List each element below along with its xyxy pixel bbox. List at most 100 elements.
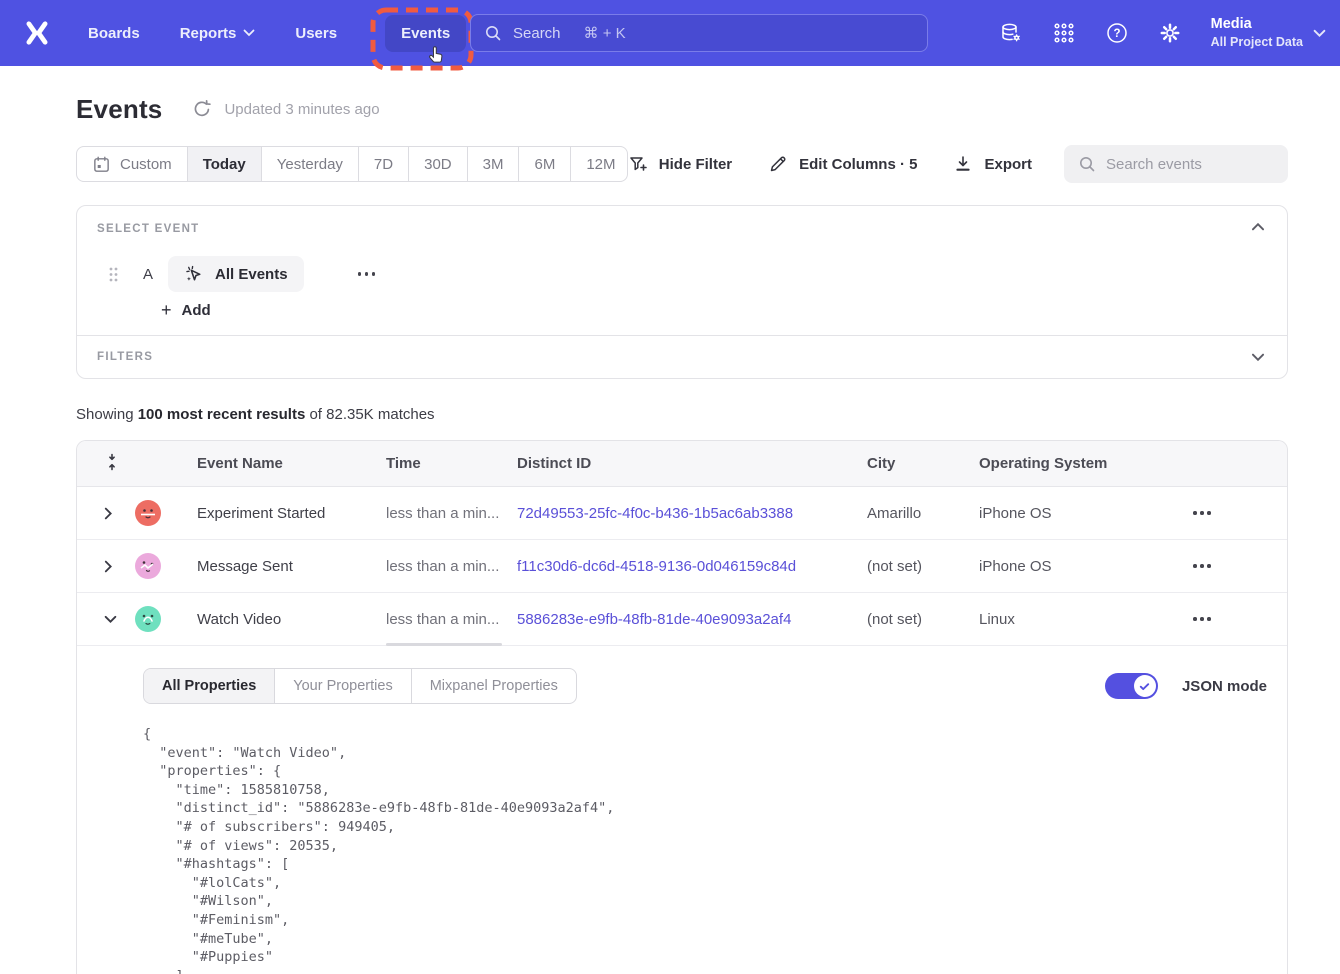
event-detail-panel: All Properties Your Properties Mixpanel …	[77, 646, 1287, 974]
plus-icon: +	[161, 301, 172, 319]
add-event-label: Add	[182, 302, 211, 319]
table-row[interactable]: Message Sent less than a min... f11c30d6…	[77, 540, 1287, 593]
summary-suffix: of 82.35K matches	[305, 406, 434, 423]
date-range-custom[interactable]: Custom	[77, 147, 188, 181]
table-row-expanded[interactable]: Watch Video less than a min... 5886283e-…	[77, 593, 1287, 646]
data-management-icon[interactable]	[999, 21, 1023, 45]
event-name-cell: Message Sent	[177, 558, 386, 575]
row-actions-menu[interactable]	[1157, 617, 1287, 621]
mixpanel-events-page: Boards Reports Users Events Search ⌘ + K	[0, 0, 1340, 974]
chevron-down-icon	[243, 29, 255, 37]
nav-item-boards[interactable]: Boards	[88, 25, 140, 42]
avatar	[135, 606, 161, 632]
tab-your-properties[interactable]: Your Properties	[275, 669, 411, 703]
city-cell: Amarillo	[867, 505, 979, 522]
column-event-name[interactable]: Event Name	[177, 455, 386, 472]
pencil-icon	[768, 154, 788, 174]
filters-section[interactable]: FILTERS	[77, 335, 1287, 378]
tab-all-properties[interactable]: All Properties	[144, 669, 275, 703]
column-operating-system[interactable]: Operating System	[979, 455, 1157, 472]
project-scope: All Project Data	[1211, 34, 1303, 51]
os-cell: Linux	[979, 611, 1157, 628]
nav-item-reports[interactable]: Reports	[180, 25, 256, 42]
date-range-3m[interactable]: 3M	[468, 147, 520, 181]
hide-filter-button[interactable]: Hide Filter	[628, 154, 732, 174]
column-time[interactable]: Time	[386, 455, 517, 472]
chevron-right-icon[interactable]	[77, 507, 125, 520]
table-horizontal-scrollbar[interactable]	[386, 643, 502, 646]
os-cell: iPhone OS	[979, 505, 1157, 522]
date-range-custom-label: Custom	[120, 156, 172, 173]
chevron-up-icon[interactable]	[1251, 218, 1269, 236]
global-search-placeholder: Search	[513, 25, 561, 42]
distinct-id-link[interactable]: 5886283e-e9fb-48fb-81de-40e9093a2af4	[517, 611, 867, 628]
date-range-yesterday[interactable]: Yesterday	[262, 147, 359, 181]
add-event-button[interactable]: + Add	[97, 301, 1267, 319]
nav-item-users[interactable]: Users	[295, 25, 337, 42]
chevron-down-icon	[1313, 29, 1326, 38]
date-range-6m[interactable]: 6M	[519, 147, 571, 181]
mixpanel-logo[interactable]	[22, 18, 52, 48]
nav-item-reports-label: Reports	[180, 25, 237, 42]
event-options-menu[interactable]	[322, 272, 376, 276]
export-button[interactable]: Export	[953, 154, 1032, 174]
tab-mixpanel-properties[interactable]: Mixpanel Properties	[412, 669, 576, 703]
refresh-icon[interactable]	[192, 99, 212, 119]
city-cell: (not set)	[867, 611, 979, 628]
os-cell: iPhone OS	[979, 558, 1157, 575]
results-summary: Showing 100 most recent results of 82.35…	[76, 406, 1288, 423]
main-content: Events Updated 3 minutes ago Custom	[0, 92, 1340, 974]
search-icon	[1078, 155, 1096, 173]
chevron-down-icon[interactable]	[77, 615, 125, 624]
date-range-7d[interactable]: 7D	[359, 147, 409, 181]
check-icon	[1138, 680, 1151, 693]
apps-grid-icon[interactable]	[1052, 21, 1076, 45]
calendar-icon	[92, 155, 111, 174]
search-icon	[484, 24, 502, 42]
global-search-input[interactable]: Search ⌘ + K	[470, 14, 928, 52]
edit-columns-button[interactable]: Edit Columns · 5	[768, 154, 917, 174]
all-events-label: All Events	[215, 266, 288, 283]
event-json-viewer[interactable]: { "event": "Watch Video", "properties": …	[143, 725, 1267, 974]
row-actions-menu[interactable]	[1157, 511, 1287, 515]
primary-nav: Boards Reports Users Events	[88, 15, 466, 52]
table-header-row: Event Name Time Distinct ID City Operati…	[77, 441, 1287, 487]
chevron-right-icon[interactable]	[77, 560, 125, 573]
page-title: Events	[76, 94, 162, 125]
project-switcher[interactable]: Media All Project Data	[1211, 15, 1326, 51]
filters-label: FILTERS	[97, 351, 153, 363]
select-event-label: SELECT EVENT	[97, 223, 1267, 235]
sort-updown-icon[interactable]	[77, 452, 125, 476]
column-city[interactable]: City	[867, 455, 979, 472]
funnel-plus-icon	[628, 154, 648, 174]
avatar	[135, 553, 161, 579]
help-icon[interactable]: ?	[1105, 21, 1129, 45]
chevron-down-icon[interactable]	[1251, 349, 1269, 367]
row-actions-menu[interactable]	[1157, 564, 1287, 568]
toggle-knob	[1134, 675, 1156, 697]
event-name-cell: Watch Video	[177, 611, 386, 628]
nav-item-events[interactable]: Events	[385, 15, 466, 52]
json-mode-toggle[interactable]	[1105, 673, 1158, 699]
date-range-30d[interactable]: 30D	[409, 147, 468, 181]
json-mode-label: JSON mode	[1182, 678, 1267, 695]
all-events-selector[interactable]: All Events	[168, 256, 304, 292]
summary-prefix: Showing	[76, 406, 138, 423]
navbar-right-group: ? Media All Project Data	[999, 0, 1326, 66]
date-range-today[interactable]: Today	[188, 147, 262, 181]
events-table: Event Name Time Distinct ID City Operati…	[76, 440, 1288, 974]
distinct-id-link[interactable]: f11c30d6-dc6d-4518-9136-0d046159c84d	[517, 558, 867, 575]
table-row[interactable]: Experiment Started less than a min... 72…	[77, 487, 1287, 540]
drag-handle-icon[interactable]	[108, 266, 119, 283]
search-events-input[interactable]: Search events	[1064, 145, 1288, 183]
column-distinct-id[interactable]: Distinct ID	[517, 455, 867, 472]
cursor-sparkle-icon	[184, 264, 205, 285]
event-name-cell: Experiment Started	[177, 505, 386, 522]
avatar	[135, 500, 161, 526]
top-navbar: Boards Reports Users Events Search ⌘ + K	[0, 0, 1340, 66]
date-range-12m[interactable]: 12M	[571, 147, 627, 181]
time-cell: less than a min...	[386, 558, 517, 575]
distinct-id-link[interactable]: 72d49553-25fc-4f0c-b436-1b5ac6ab3388	[517, 505, 867, 522]
city-cell: (not set)	[867, 558, 979, 575]
settings-gear-icon[interactable]	[1158, 21, 1182, 45]
